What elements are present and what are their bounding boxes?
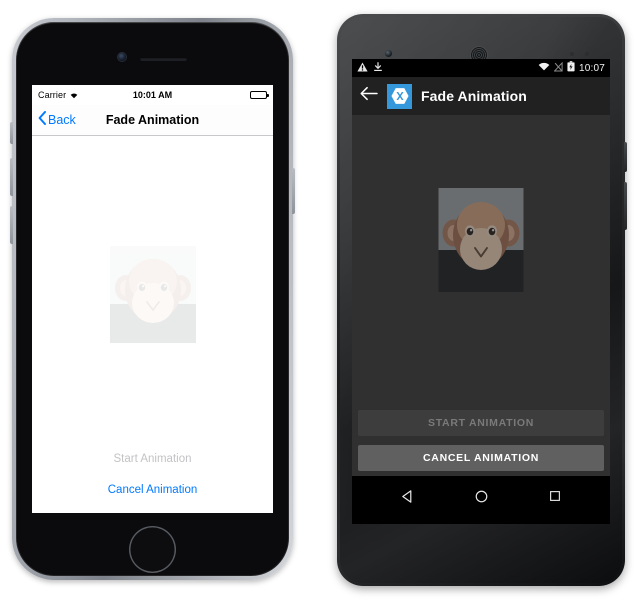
download-icon: [373, 61, 383, 75]
front-camera-icon: [385, 50, 392, 57]
android-power-button[interactable]: [624, 142, 627, 172]
android-app-bar: Fade Animation: [352, 77, 610, 115]
monkey-image: [438, 188, 524, 292]
iphone-screen: Carrier 10:01 AM Back Fade Animation Sta…: [32, 85, 273, 513]
android-screen: 10:07 Fade Animation START ANIMATION CAN…: [352, 59, 610, 524]
ios-status-left: Carrier: [38, 90, 79, 100]
xamarin-logo-icon: [387, 83, 412, 109]
android-device: 10:07 Fade Animation START ANIMATION CAN…: [337, 14, 627, 586]
iphone-volume-down-button[interactable]: [10, 206, 13, 244]
battery-icon: [250, 91, 269, 99]
android-volume-button[interactable]: [624, 182, 627, 230]
cancel-animation-button[interactable]: CANCEL ANIMATION: [358, 445, 604, 471]
triangle-back-icon[interactable]: [387, 476, 427, 516]
android-clock: 10:07: [578, 62, 605, 74]
back-button-label: Back: [48, 113, 76, 127]
start-animation-button[interactable]: Start Animation: [114, 453, 192, 465]
wifi-icon: [538, 62, 550, 74]
ios-status-right: [250, 91, 269, 99]
ios-navigation-bar: Back Fade Animation: [32, 105, 273, 136]
arrow-left-icon[interactable]: [360, 86, 378, 106]
android-status-bar: 10:07: [352, 59, 610, 77]
android-status-right: 10:07: [538, 61, 605, 75]
iphone-power-button[interactable]: [292, 168, 295, 214]
home-button[interactable]: [129, 526, 176, 573]
chevron-left-icon: [38, 111, 46, 128]
android-status-left: [357, 61, 383, 75]
android-action-buttons: START ANIMATION CANCEL ANIMATION: [352, 410, 610, 471]
earpiece-speaker-icon: [140, 57, 187, 61]
iphone-mute-switch[interactable]: [10, 122, 13, 144]
square-recents-icon[interactable]: [535, 476, 575, 516]
no-signal-icon: [553, 61, 563, 75]
warning-triangle-icon: [357, 62, 368, 75]
ios-content-area: Start Animation Cancel Animation: [32, 136, 273, 513]
ios-status-bar: Carrier 10:01 AM: [32, 85, 273, 105]
page-title: Fade Animation: [421, 88, 527, 104]
battery-charging-icon: [567, 61, 575, 75]
carrier-label: Carrier: [38, 90, 67, 100]
android-navigation-bar: [352, 476, 610, 516]
monkey-image: [109, 246, 196, 343]
cancel-animation-button[interactable]: Cancel Animation: [108, 484, 198, 496]
start-animation-button[interactable]: START ANIMATION: [358, 410, 604, 436]
ios-action-buttons: Start Animation Cancel Animation: [32, 453, 273, 496]
wifi-icon: [69, 91, 79, 99]
light-sensor-icon: [585, 52, 589, 56]
android-content-area: START ANIMATION CANCEL ANIMATION: [352, 115, 610, 476]
back-button[interactable]: Back: [38, 111, 76, 128]
iphone-volume-up-button[interactable]: [10, 158, 13, 196]
scene-root: Carrier 10:01 AM Back Fade Animation Sta…: [0, 0, 641, 600]
circle-home-icon[interactable]: [461, 476, 501, 516]
iphone-device: Carrier 10:01 AM Back Fade Animation Sta…: [10, 18, 295, 580]
front-camera-icon: [118, 53, 126, 61]
proximity-sensor-icon: [570, 52, 574, 56]
